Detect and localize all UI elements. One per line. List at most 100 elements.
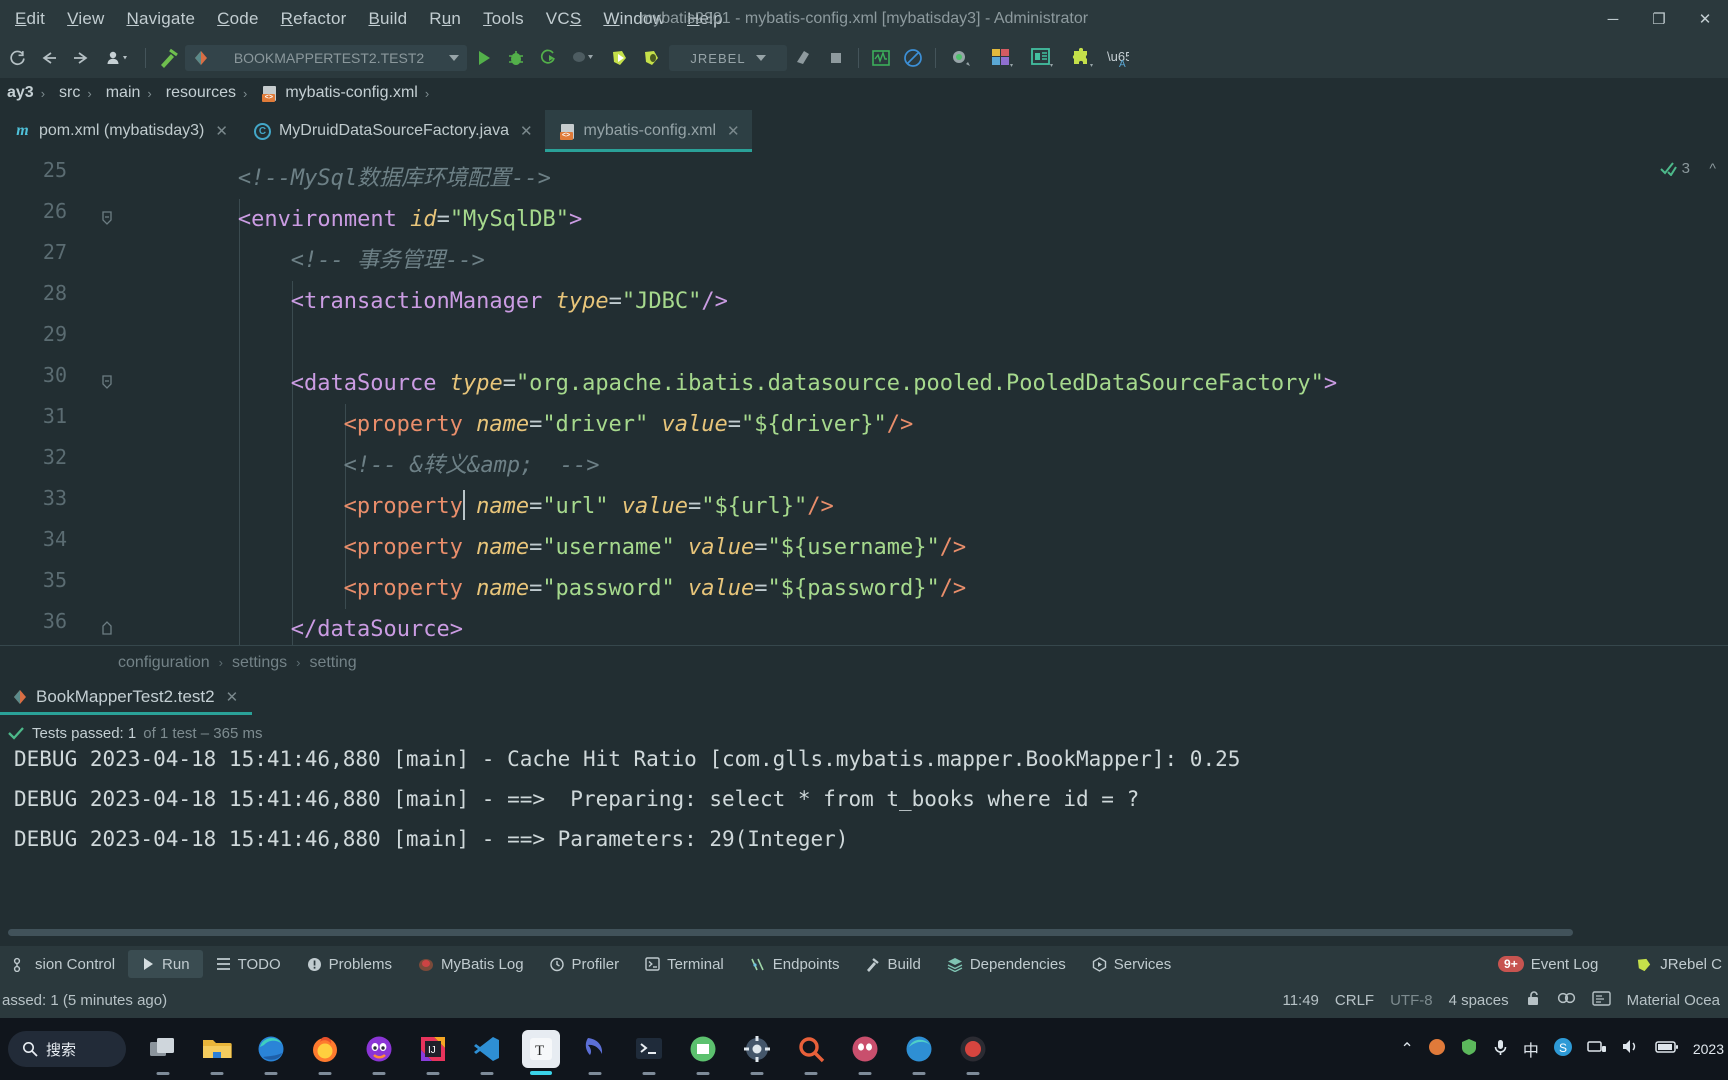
intellij-idea-icon[interactable]: IJ	[414, 1030, 452, 1075]
code-line[interactable]: <transactionManager type="JDBC"/>	[291, 281, 728, 322]
windows-terminal-icon[interactable]	[630, 1030, 668, 1075]
vcs-update-icon[interactable]	[98, 43, 138, 73]
windows-search-box[interactable]: 搜索	[8, 1031, 126, 1067]
menu-edit[interactable]: Edit	[4, 5, 56, 33]
unlocked-icon[interactable]	[1525, 990, 1541, 1011]
tool-window-todo[interactable]: TODO	[203, 950, 294, 978]
code-line[interactable]: <!--MySql数据库环境配置-->	[238, 158, 551, 199]
inspection-status[interactable]: 3	[1659, 160, 1690, 177]
tool-window-profiler[interactable]: Profiler	[537, 950, 633, 978]
new-ui-icon[interactable]	[1591, 990, 1611, 1010]
indent-indicator[interactable]: 4 spaces	[1449, 992, 1509, 1009]
event-log-button[interactable]: 9+ Event Log	[1485, 950, 1611, 978]
vscode-icon[interactable]	[468, 1030, 506, 1075]
forward-arrow-icon[interactable]	[66, 43, 96, 73]
volume-icon[interactable]	[1621, 1038, 1641, 1060]
code-line[interactable]: <property name="url" value="${url}"/>	[344, 486, 834, 527]
settings-gear-icon[interactable]	[738, 1030, 776, 1075]
refresh-icon[interactable]	[2, 43, 32, 73]
plugin-icon[interactable]	[1063, 43, 1101, 73]
tool-window-services[interactable]: Services	[1079, 950, 1185, 978]
console-output[interactable]: DEBUG 2023-04-18 15:41:46,880 [main] - C…	[0, 747, 1728, 922]
editor-gutter[interactable]: 25 26 27 28 29 30 31 32 33 34 35 36	[0, 152, 185, 652]
jrebel-debug-icon[interactable]	[637, 43, 667, 73]
minimize-button[interactable]: ─	[1590, 0, 1636, 38]
ime-indicator[interactable]: 中	[1523, 1037, 1539, 1061]
tool-window-sion-control[interactable]: sion Control	[0, 950, 128, 978]
editor-tab-mydruiddatasourcefactory[interactable]: C MyDruidDataSourceFactory.java ✕	[240, 110, 545, 152]
line-separator-indicator[interactable]: CRLF	[1335, 992, 1374, 1009]
task-view-icon[interactable]	[144, 1030, 182, 1075]
editor-tab-mybatis-config[interactable]: <> mybatis-config.xml ✕	[544, 110, 752, 152]
tray-s-icon[interactable]: S	[1553, 1037, 1573, 1062]
accessibility-icon[interactable]	[1557, 990, 1576, 1011]
taskbar-clock[interactable]: 2023	[1693, 1041, 1724, 1057]
breadcrumb-item-mybatis-config-xml[interactable]: <> mybatis-config.xml ›	[254, 84, 436, 102]
edge-dev-icon[interactable]	[900, 1030, 938, 1075]
menu-tools[interactable]: Tools	[472, 5, 535, 33]
code-line[interactable]: <!-- &转义&amp; -->	[344, 445, 600, 486]
jrebel-panel-button[interactable]: JRebel C	[1623, 950, 1722, 978]
fold-collapse-icon[interactable]	[100, 375, 114, 389]
close-icon[interactable]: ✕	[727, 122, 740, 140]
discord-icon[interactable]	[360, 1030, 398, 1075]
back-arrow-icon[interactable]	[34, 43, 64, 73]
edge-browser-icon[interactable]	[252, 1030, 290, 1075]
close-icon[interactable]: ✕	[520, 122, 533, 140]
console-horizontal-scrollbar[interactable]	[8, 929, 1573, 936]
tool-window-dependencies[interactable]: Dependencies	[934, 950, 1079, 978]
code-line[interactable]: </dataSource>	[291, 609, 463, 650]
editor-breadcrumb-item-configuration[interactable]: configuration	[118, 654, 210, 672]
tool-window-mybatis-log[interactable]: MyBatis Log	[405, 950, 537, 978]
menu-vcs[interactable]: VCS	[535, 5, 593, 33]
tool-window-run[interactable]: Run	[128, 950, 203, 978]
network-icon[interactable]	[1587, 1038, 1607, 1060]
code-line[interactable]: <property name="username" value="${usern…	[344, 527, 967, 568]
code-line[interactable]: <dataSource type="org.apache.ibatis.data…	[291, 363, 1337, 404]
tool-window-terminal[interactable]: Terminal	[632, 950, 737, 978]
breadcrumb-item-ay3[interactable]: ay3 ›	[0, 84, 52, 102]
menu-refactor[interactable]: Refactor	[270, 5, 358, 33]
chevron-up-icon[interactable]: ⌃	[1400, 1039, 1413, 1059]
translate-icon[interactable]: \u6587A	[1103, 43, 1133, 73]
code-line[interactable]: <property name="password" value="${passw…	[344, 568, 967, 609]
firefox-browser-icon[interactable]	[306, 1030, 344, 1075]
stop-square-icon[interactable]	[821, 43, 851, 73]
run-tab-bookmappertest2[interactable]: BookMapperTest2.test2 ✕	[0, 679, 253, 715]
postman-icon[interactable]	[684, 1030, 722, 1075]
search-app-icon[interactable]	[792, 1030, 830, 1075]
jrebel-selector[interactable]: JREBEL	[669, 45, 787, 71]
code-line[interactable]: <environment id="MySqlDB">	[238, 199, 582, 240]
profile-icon[interactable]	[565, 43, 603, 73]
tool-window-problems[interactable]: Problems	[294, 950, 405, 978]
close-icon[interactable]: ✕	[226, 688, 239, 706]
recorder-icon[interactable]	[954, 1030, 992, 1075]
run-coverage-icon[interactable]	[533, 43, 563, 73]
build-hammer-icon[interactable]	[153, 43, 183, 73]
tool-window-build[interactable]: Build	[852, 950, 933, 978]
code-content[interactable]: <!--MySql数据库环境配置--> <environment id="MySq…	[185, 152, 1728, 652]
typora-icon[interactable]: T	[522, 1030, 560, 1075]
code-line[interactable]: <property name="driver" value="${driver}…	[344, 404, 914, 445]
run-icon[interactable]	[469, 43, 499, 73]
menu-navigate[interactable]: Navigate	[115, 5, 206, 33]
editor-breadcrumb-item-settings[interactable]: settings	[232, 654, 287, 672]
close-icon[interactable]: ✕	[215, 122, 228, 140]
stop-icon[interactable]	[789, 43, 819, 73]
menu-code[interactable]: Code	[206, 5, 269, 33]
chevron-up-icon[interactable]: ^	[1709, 160, 1716, 176]
tray-shield-icon[interactable]	[1460, 1038, 1478, 1061]
jrebel-run-icon[interactable]	[605, 43, 635, 73]
theme-indicator[interactable]: Material Ocea	[1627, 992, 1720, 1009]
qq-icon[interactable]	[846, 1030, 884, 1075]
microphone-icon[interactable]	[1492, 1038, 1509, 1061]
navicat-icon[interactable]	[576, 1030, 614, 1075]
code-line[interactable]: <!-- 事务管理-->	[291, 240, 485, 281]
menu-run[interactable]: Run	[418, 5, 472, 33]
database-icon[interactable]	[983, 43, 1021, 73]
editor-tab-pom[interactable]: m pom.xml (mybatisday3) ✕	[0, 110, 240, 152]
close-button[interactable]: ✕	[1682, 0, 1728, 38]
search-everywhere-icon[interactable]	[943, 43, 981, 73]
maximize-button[interactable]: ❐	[1636, 0, 1682, 38]
chevron-down-icon[interactable]	[449, 55, 459, 61]
